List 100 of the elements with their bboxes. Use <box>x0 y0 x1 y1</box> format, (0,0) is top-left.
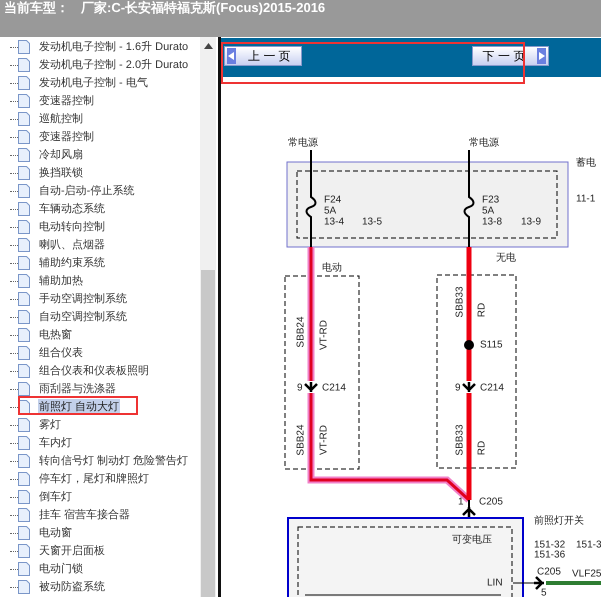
diagram-label: 13-4 <box>324 216 344 228</box>
tree-item[interactable]: 换挡联锁 <box>38 164 84 182</box>
document-icon <box>18 40 30 54</box>
document-icon <box>18 328 30 342</box>
document-icon <box>18 292 30 306</box>
diagram-label: C214 <box>322 382 346 394</box>
document-icon <box>18 544 30 558</box>
tree-item[interactable]: 变速器控制 <box>38 92 95 110</box>
tree-item[interactable]: 发动机电子控制 - 电气 <box>38 74 149 92</box>
document-icon <box>18 508 30 522</box>
document-icon <box>18 112 30 126</box>
wire <box>546 581 601 585</box>
tree-item[interactable]: 巡航控制 <box>38 110 84 128</box>
tree-item[interactable]: 组合仪表和仪表板照明 <box>38 362 150 380</box>
diagram-label: VT-RD <box>318 320 330 350</box>
diagram-label: 9 <box>297 382 303 394</box>
document-icon <box>18 130 30 144</box>
tree-item[interactable]: 冷却风扇 <box>38 146 84 164</box>
tree-item[interactable]: 电动门锁 <box>38 560 84 578</box>
connector-chevron <box>462 506 476 518</box>
tree-item[interactable]: 变速器控制 <box>38 128 95 146</box>
document-icon <box>18 166 30 180</box>
document-icon <box>18 148 30 162</box>
tree-item[interactable]: 车内灯 <box>38 434 73 452</box>
document-icon <box>18 346 30 360</box>
document-icon <box>18 238 30 252</box>
tree-item[interactable]: 辅助加热 <box>38 272 84 290</box>
tree-item[interactable]: 喇叭、点烟器 <box>38 236 106 254</box>
document-icon <box>18 454 30 468</box>
diagram-label: LIN <box>487 578 503 589</box>
connector-chevron <box>304 380 318 394</box>
diagram-label: RD <box>476 302 488 318</box>
diagram-label: 9 <box>455 382 461 394</box>
tree-item[interactable]: 组合仪表 <box>38 344 84 362</box>
diagram-label: F23 <box>482 194 500 206</box>
scrollbar-thumb[interactable] <box>201 270 215 597</box>
header-label: 当前车型： <box>4 0 69 16</box>
document-icon <box>18 364 30 378</box>
document-icon <box>18 472 30 486</box>
document-icon <box>18 418 30 432</box>
diagram-label: SBB33 <box>454 286 466 318</box>
diagram-label: SBB33 <box>454 424 466 456</box>
diagram-label: 5 <box>541 588 547 597</box>
header-value: 厂家:C-长安福特福克斯(Focus)2015-2016 <box>81 0 326 16</box>
tree-item[interactable]: 转向信号灯 制动灯 危险警告灯 <box>38 452 190 470</box>
document-icon <box>18 310 30 324</box>
document-icon <box>18 274 30 288</box>
tree-item[interactable]: 天窗开启面板 <box>38 542 106 560</box>
tree-item[interactable]: 发动机电子控制 - 2.0升 Durato <box>38 56 190 74</box>
tree-item[interactable]: 雾灯 <box>38 416 62 434</box>
diagram-label: C205 <box>537 566 561 578</box>
tree-item[interactable]: 被动防盗系统 <box>38 578 106 596</box>
document-icon <box>18 580 30 594</box>
diagram-label: 1 <box>458 496 464 508</box>
tree-item[interactable]: 倒车灯 <box>38 488 73 506</box>
diagram-label: 常电源 <box>288 138 318 149</box>
tree-item[interactable]: 发动机电子控制 - 1.6升 Durato <box>38 38 190 56</box>
tree-item[interactable]: 手动空调控制系统 <box>38 290 128 308</box>
diagram-label: RD <box>476 440 488 456</box>
tree-item[interactable]: 挂车 宿营车接合器 <box>38 506 132 524</box>
diagram-label: 13-9 <box>521 216 542 228</box>
tree-item[interactable]: 电动窗 <box>38 524 73 542</box>
diagram-label: 电动 <box>322 262 342 274</box>
tree-item[interactable]: 停车灯，尾灯和牌照灯 <box>38 470 150 488</box>
document-icon <box>18 562 30 576</box>
diagram-label: SBB24 <box>296 424 307 456</box>
document-icon <box>18 58 30 72</box>
diagram-label: 5A <box>482 206 494 217</box>
tree-item[interactable]: 辅助约束系统 <box>38 254 106 272</box>
tree-item[interactable]: 电动转向控制 <box>38 218 106 236</box>
document-icon <box>18 382 30 396</box>
diagram-label: C205 <box>479 496 503 508</box>
tree-item[interactable]: 电热窗 <box>38 326 73 344</box>
document-icon <box>18 76 30 90</box>
diagram-label: 151-3 <box>576 540 601 551</box>
document-icon <box>18 490 30 504</box>
diagram-label: 13-8 <box>482 216 502 228</box>
splice-dot <box>464 340 474 350</box>
diagram-label: 可变电压 <box>452 534 492 546</box>
document-icon <box>18 526 30 540</box>
diagram-label: SBB24 <box>296 316 307 348</box>
diagram-label: F24 <box>324 194 342 206</box>
diagram-label: S115 <box>480 340 503 351</box>
tree-item[interactable]: 自动空调控制系统 <box>38 308 128 326</box>
diagram-label: 5A <box>324 206 336 217</box>
diagram-label: 前照灯开关 <box>534 516 584 527</box>
diagram-label: VLF25 <box>572 568 601 580</box>
tree-item[interactable]: 车辆动态系统 <box>38 200 106 218</box>
diagram-label: 无电 <box>496 252 516 264</box>
document-icon <box>18 256 30 270</box>
scroll-up-icon[interactable] <box>204 43 212 49</box>
diagram-label: C214 <box>480 382 504 394</box>
diagram-label: 151-36 <box>534 550 566 561</box>
tree-item[interactable]: 雨刮器与洗涤器 <box>38 380 117 398</box>
tree-item[interactable]: 自动-启动-停止系统 <box>38 182 136 200</box>
diagram-label: VT-RD <box>318 425 330 455</box>
document-icon <box>18 94 30 108</box>
document-icon <box>18 202 30 216</box>
previous-page-button[interactable]: 上 一 页 <box>224 46 302 66</box>
scrollbar[interactable] <box>200 37 216 597</box>
